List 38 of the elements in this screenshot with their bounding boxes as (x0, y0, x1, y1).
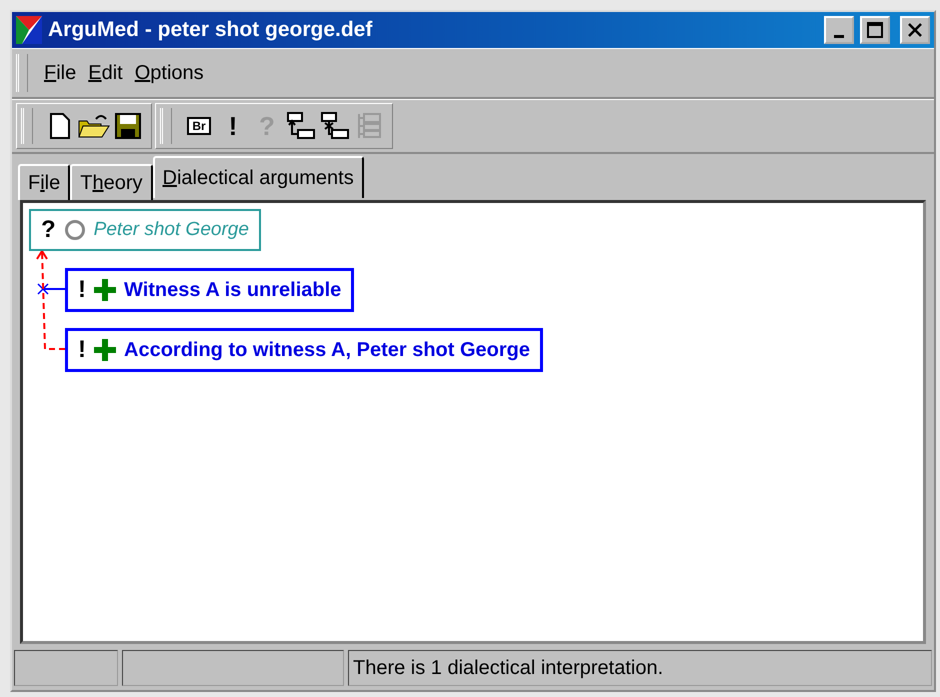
node-label: According to witness A, Peter shot George (124, 338, 530, 362)
status-text: There is 1 dialectical interpretation. (353, 656, 664, 680)
tree-node-icon (320, 112, 350, 140)
tab[interactable]: Theory (70, 164, 152, 200)
node-label: Witness A is unreliable (124, 278, 342, 302)
app-logo-icon (16, 16, 42, 44)
menu-item[interactable]: Edit (82, 62, 129, 84)
toolbar-button[interactable]: ! (216, 107, 250, 145)
close-icon (908, 23, 922, 37)
minimize-button[interactable] (824, 16, 854, 44)
circle-icon (64, 219, 86, 241)
menu-item[interactable]: File (38, 62, 82, 84)
node-label: Peter shot George (94, 219, 249, 241)
toolbar-grip[interactable] (21, 108, 33, 144)
tab[interactable]: File (18, 164, 70, 200)
argument-node[interactable]: ! Witness A is unreliable (65, 268, 354, 312)
argument-node[interactable]: ! According to witness A, Peter shot George (65, 328, 543, 372)
maximize-icon (867, 22, 883, 38)
undercut-line (37, 283, 65, 295)
node-status: ! (78, 336, 86, 364)
toolbar-grip[interactable] (160, 108, 172, 144)
tab[interactable]: Dialectical arguments (152, 156, 364, 198)
node-status: ! (78, 276, 86, 304)
window-title: ArguMed - peter shot george.def (48, 18, 374, 42)
tree-node-icon (286, 112, 316, 140)
minimize-icon (834, 34, 844, 38)
plus-icon (94, 279, 116, 301)
maximize-button[interactable] (860, 16, 890, 44)
menu-item[interactable]: Options (128, 62, 210, 84)
toolbar-grip[interactable] (16, 54, 28, 92)
plus-icon (94, 339, 116, 361)
node-status: ? (41, 216, 56, 244)
issue-node[interactable]: ? Peter shot George (29, 209, 261, 251)
list-tree-icon (356, 112, 382, 140)
folder-icon (78, 113, 110, 139)
toolbar-button[interactable]: Br (182, 107, 216, 145)
close-button[interactable] (900, 16, 930, 44)
new-page-icon (50, 113, 70, 139)
